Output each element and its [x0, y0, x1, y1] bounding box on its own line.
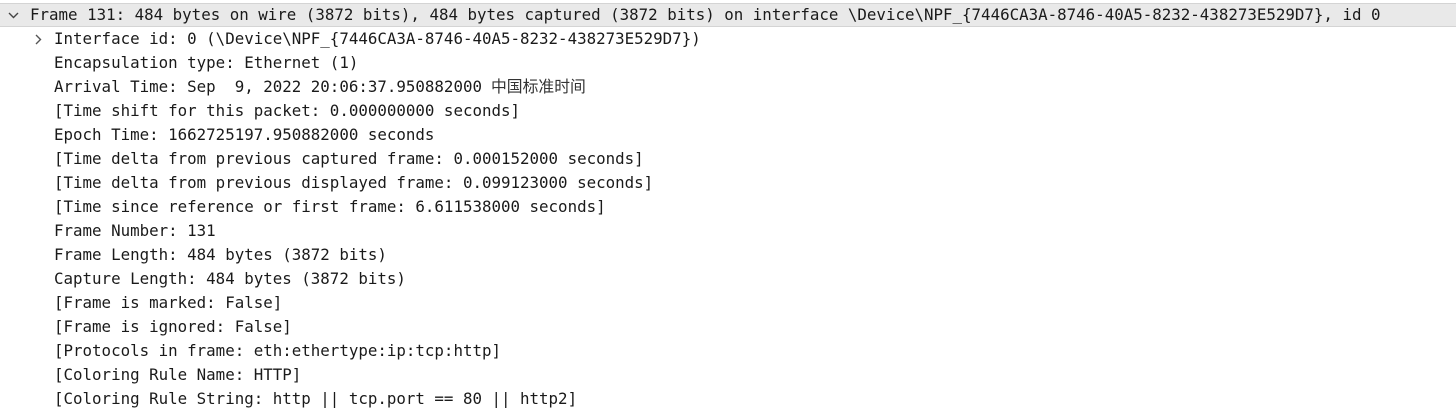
frame-summary-text: Frame 131: 484 bytes on wire (3872 bits)… — [30, 5, 1381, 24]
tree-item-time-since-reference[interactable]: [Time since reference or first frame: 6.… — [0, 195, 1456, 219]
tree-item-frame-marked[interactable]: [Frame is marked: False] — [0, 291, 1456, 315]
packet-details-tree: Frame 131: 484 bytes on wire (3872 bits)… — [0, 3, 1456, 411]
protocols-in-frame-text: [Protocols in frame: eth:ethertype:ip:tc… — [54, 341, 501, 360]
capture-length-text: Capture Length: 484 bytes (3872 bits) — [54, 269, 406, 288]
time-since-reference-text: [Time since reference or first frame: 6.… — [54, 197, 606, 216]
tree-item-time-delta-captured[interactable]: [Time delta from previous captured frame… — [0, 147, 1456, 171]
tree-item-time-delta-displayed[interactable]: [Time delta from previous displayed fram… — [0, 171, 1456, 195]
frame-number-text: Frame Number: 131 — [54, 221, 216, 240]
tree-item-protocols-in-frame[interactable]: [Protocols in frame: eth:ethertype:ip:tc… — [0, 339, 1456, 363]
time-delta-captured-text: [Time delta from previous captured frame… — [54, 149, 644, 168]
tree-item-time-shift[interactable]: [Time shift for this packet: 0.000000000… — [0, 99, 1456, 123]
epoch-time-text: Epoch Time: 1662725197.950882000 seconds — [54, 125, 435, 144]
tree-item-interface-id[interactable]: Interface id: 0 (\Device\NPF_{7446CA3A-8… — [0, 27, 1456, 51]
tree-item-capture-length[interactable]: Capture Length: 484 bytes (3872 bits) — [0, 267, 1456, 291]
frame-children: Interface id: 0 (\Device\NPF_{7446CA3A-8… — [0, 27, 1456, 411]
chevron-right-icon[interactable] — [31, 27, 45, 51]
tree-item-coloring-rule-string[interactable]: [Coloring Rule String: http || tcp.port … — [0, 387, 1456, 411]
tree-item-frame-length[interactable]: Frame Length: 484 bytes (3872 bits) — [0, 243, 1456, 267]
encapsulation-type-text: Encapsulation type: Ethernet (1) — [54, 53, 359, 72]
tree-item-frame-number[interactable]: Frame Number: 131 — [0, 219, 1456, 243]
coloring-rule-string-text: [Coloring Rule String: http || tcp.port … — [54, 389, 578, 408]
interface-id-text: Interface id: 0 (\Device\NPF_{7446CA3A-8… — [54, 29, 701, 48]
tree-item-arrival-time[interactable]: Arrival Time: Sep 9, 2022 20:06:37.95088… — [0, 75, 1456, 99]
frame-tree-item[interactable]: Frame 131: 484 bytes on wire (3872 bits)… — [0, 3, 1456, 27]
frame-ignored-text: [Frame is ignored: False] — [54, 317, 292, 336]
chevron-down-icon[interactable] — [6, 4, 20, 26]
coloring-rule-name-text: [Coloring Rule Name: HTTP] — [54, 365, 302, 384]
tree-item-epoch-time[interactable]: Epoch Time: 1662725197.950882000 seconds — [0, 123, 1456, 147]
tree-item-coloring-rule-name[interactable]: [Coloring Rule Name: HTTP] — [0, 363, 1456, 387]
tree-item-encapsulation-type[interactable]: Encapsulation type: Ethernet (1) — [0, 51, 1456, 75]
tree-item-frame-ignored[interactable]: [Frame is ignored: False] — [0, 315, 1456, 339]
time-delta-displayed-text: [Time delta from previous displayed fram… — [54, 173, 654, 192]
arrival-time-text: Arrival Time: Sep 9, 2022 20:06:37.95088… — [54, 77, 492, 96]
frame-marked-text: [Frame is marked: False] — [54, 293, 283, 312]
frame-length-text: Frame Length: 484 bytes (3872 bits) — [54, 245, 387, 264]
time-shift-text: [Time shift for this packet: 0.000000000… — [54, 101, 521, 120]
arrival-time-timezone: 中国标准时间 — [491, 77, 586, 96]
